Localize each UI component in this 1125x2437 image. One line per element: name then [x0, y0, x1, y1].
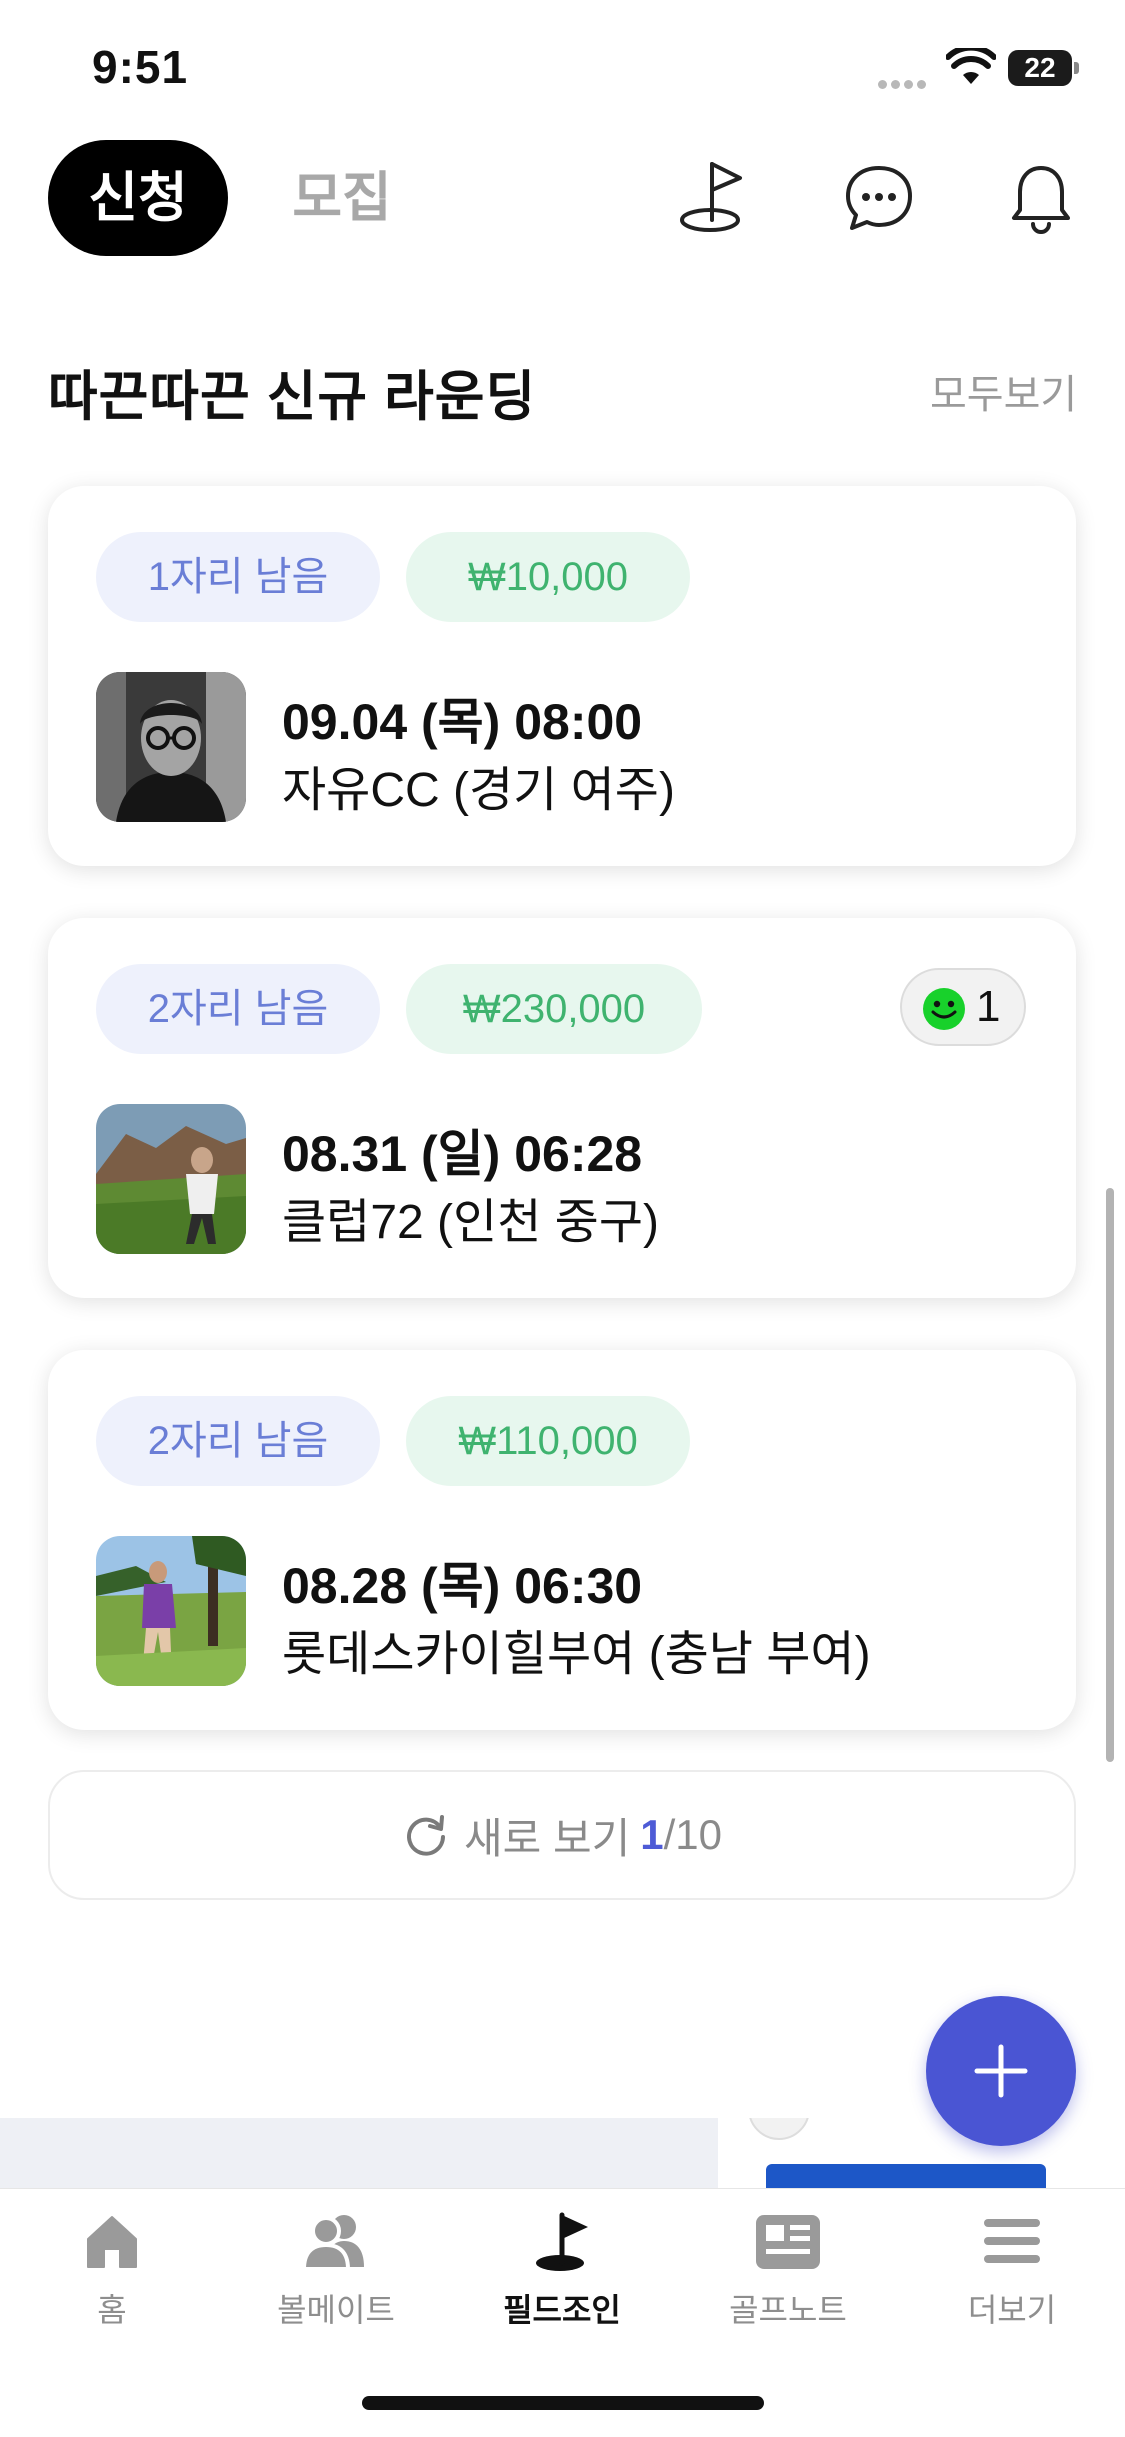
refresh-icon: [407, 1815, 445, 1856]
price-chip: ₩10,000: [406, 532, 690, 622]
battery-icon: 22: [1008, 50, 1079, 88]
price-chip: ₩230,000: [406, 964, 702, 1054]
round-datetime: 08.31 (일) 06:28: [282, 1126, 643, 1182]
nav-label: 필드조인: [503, 2292, 621, 2328]
host-avatar: [96, 1536, 246, 1686]
round-card[interactable]: 2자리 남음 ₩230,000 1 08.31 (일) 06:28 클럽72 (…: [48, 918, 1076, 1298]
tab-apply[interactable]: 신청: [48, 140, 228, 256]
note-icon: [756, 2215, 820, 2269]
home-indicator: [362, 2396, 764, 2410]
nav-label: 홈: [97, 2292, 127, 2328]
golf-flag-icon[interactable]: [676, 158, 750, 238]
nav-item-field-join[interactable]: 필드조인: [462, 2209, 662, 2349]
golf-flag-icon: [536, 2212, 588, 2271]
seats-chip: 2자리 남음: [96, 1396, 380, 1486]
round-datetime: 09.04 (목) 08:00: [282, 694, 643, 750]
people-icon: [301, 2215, 364, 2271]
banner-image: [718, 2118, 1125, 2188]
nav-item-ballmate[interactable]: 볼메이트: [236, 2209, 436, 2349]
round-card[interactable]: 2자리 남음 ₩110,000 08.28 (목) 06:30 롯데스카이힐부여…: [48, 1350, 1076, 1730]
refresh-page-total: 10: [675, 1811, 722, 1858]
add-round-button[interactable]: [926, 1996, 1076, 2146]
section-title: 따끈따끈 신규 라운딩: [48, 367, 537, 427]
smile-icon: [923, 988, 965, 1030]
status-time: 9:51: [92, 41, 189, 93]
round-location: 클럽72 (인천 중구): [282, 1196, 659, 1249]
status-bar: 9:51 22: [0, 0, 1125, 130]
battery-level: 22: [1024, 52, 1056, 83]
see-all-link[interactable]: 모두보기: [930, 362, 1077, 420]
price-chip: ₩110,000: [406, 1396, 690, 1486]
nav-item-home[interactable]: 홈: [12, 2209, 212, 2349]
refresh-button[interactable]: 새로 보기 1 / 10: [48, 1770, 1076, 1900]
nav-item-more[interactable]: 더보기: [912, 2209, 1112, 2349]
wifi-icon: [946, 48, 996, 84]
bell-icon[interactable]: [1004, 158, 1078, 238]
round-card[interactable]: 1자리 남음 ₩10,000 09.04 (목) 08:00 자유CC (경기 …: [48, 486, 1076, 866]
plus-icon: [974, 2044, 1028, 2098]
scrollbar[interactable]: [1106, 1188, 1114, 1762]
round-datetime: 08.28 (목) 06:30: [282, 1558, 643, 1614]
chat-icon[interactable]: [842, 158, 916, 238]
seats-chip: 1자리 남음: [96, 532, 380, 622]
refresh-label: 새로 보기: [464, 1814, 631, 1862]
nav-label: 골프노트: [729, 2292, 847, 2328]
signal-icon: [878, 76, 938, 89]
round-location: 자유CC (경기 여주): [282, 764, 675, 817]
refresh-page-current: 1: [640, 1811, 664, 1858]
seats-chip: 2자리 남음: [96, 964, 380, 1054]
nav-label: 볼메이트: [277, 2292, 395, 2328]
nav-label: 더보기: [967, 2292, 1057, 2328]
tab-recruit[interactable]: 모집: [272, 140, 412, 256]
menu-icon: [984, 2219, 1040, 2263]
reaction-badge[interactable]: 1: [900, 968, 1026, 1046]
nav-item-golf-note[interactable]: 골프노트: [688, 2209, 888, 2349]
host-avatar: [96, 1104, 246, 1254]
refresh-page-separator: /: [663, 1811, 676, 1858]
reaction-count: 1: [976, 982, 1001, 1031]
host-avatar: [96, 672, 246, 822]
round-location: 롯데스카이힐부여 (충남 부여): [282, 1628, 871, 1681]
home-icon: [87, 2216, 137, 2268]
